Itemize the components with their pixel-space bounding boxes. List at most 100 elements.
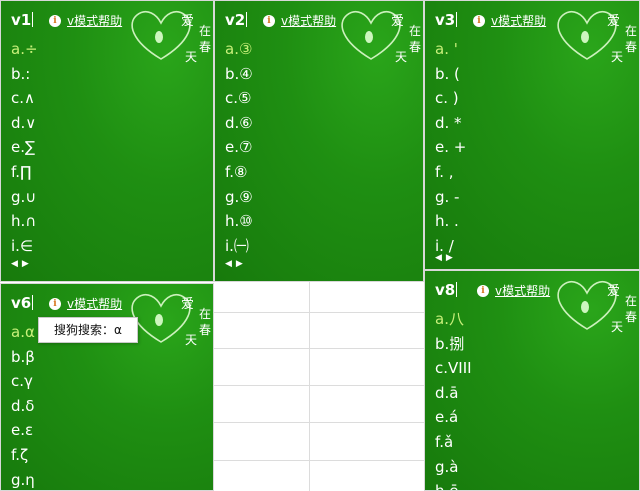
help-link[interactable]: i v模式帮助 [263, 12, 336, 29]
input-code: v1 [11, 11, 34, 29]
candidate-g[interactable]: g.⑨ [225, 185, 253, 210]
candidate-b[interactable]: b.④ [225, 62, 253, 87]
candidate-e[interactable]: e.ε [11, 418, 35, 443]
candidate-a[interactable]: a.③ [225, 37, 253, 62]
help-label[interactable]: v模式帮助 [67, 295, 122, 312]
sogou-search-tooltip[interactable]: 搜狗搜索：α [38, 317, 138, 343]
candidate-i[interactable]: i.∈ [11, 234, 38, 259]
candidate-c[interactable]: c. ) [435, 86, 466, 111]
candidate-e[interactable]: e.⑦ [225, 135, 253, 160]
candidate-g[interactable]: g. - [435, 185, 466, 210]
candidate-e[interactable]: e. + [435, 135, 466, 160]
heart-decoration-icon: 爱 在 春 天 [557, 280, 637, 334]
candidate-b[interactable]: b.捌 [435, 332, 472, 357]
candidate-g[interactable]: g.∪ [11, 185, 38, 210]
page-arrows: ◀ ▶ [435, 253, 453, 263]
candidate-f[interactable]: f.ǎ [435, 430, 472, 455]
candidate-d[interactable]: d.δ [11, 394, 35, 419]
next-page-icon[interactable]: ▶ [446, 253, 453, 263]
candidate-list: a.③ b.④ c.⑤ d.⑥ e.⑦ f.⑧ g.⑨ h.⑩ i.㈠ [225, 37, 253, 258]
candidate-a[interactable]: a. ' [435, 37, 466, 62]
page-arrows: ◀ ▶ [11, 259, 29, 269]
help-link[interactable]: i v模式帮助 [477, 282, 550, 299]
candidate-a[interactable]: a.八 [435, 307, 472, 332]
help-label[interactable]: v模式帮助 [67, 12, 122, 29]
candidate-d[interactable]: d.∨ [11, 111, 38, 136]
candidate-list: a.÷ b.: c.∧ d.∨ e.∑ f.∏ g.∪ h.∩ i.∈ [11, 37, 38, 258]
candidate-c[interactable]: c.⑤ [225, 86, 253, 111]
candidate-f[interactable]: f.∏ [11, 160, 38, 185]
candidate-list: a.八 b.捌 c.VIII d.ā e.á f.ǎ g.à h.ē [435, 307, 472, 490]
deco-chun: 春 [409, 40, 421, 54]
deco-tian: 天 [611, 320, 623, 334]
candidate-c[interactable]: c.VIII [435, 356, 472, 381]
prev-page-icon[interactable]: ◀ [11, 259, 18, 269]
candidate-g[interactable]: g.η [11, 468, 35, 490]
ime-panel-v6: v6 i v模式帮助 爱 在 春 天 a.α b.β c.γ d.δ e.ε f… [0, 283, 214, 491]
candidate-a[interactable]: a.α [11, 320, 35, 345]
deco-tian: 天 [611, 50, 623, 64]
deco-zai: 在 [625, 24, 637, 38]
page-arrows: ◀ ▶ [225, 259, 243, 269]
deco-zai: 在 [625, 294, 637, 308]
input-code: v2 [225, 11, 248, 29]
help-label[interactable]: v模式帮助 [491, 12, 546, 29]
help-label[interactable]: v模式帮助 [281, 12, 336, 29]
deco-chun: 春 [199, 40, 211, 54]
candidate-d[interactable]: d. * [435, 111, 466, 136]
info-icon: i [473, 14, 485, 27]
candidate-list: a.α b.β c.γ d.δ e.ε f.ζ g.η [11, 320, 35, 490]
candidate-a[interactable]: a.÷ [11, 37, 38, 62]
candidate-h[interactable]: h.⑩ [225, 209, 253, 234]
next-page-icon[interactable]: ▶ [236, 259, 243, 269]
help-label[interactable]: v模式帮助 [495, 282, 550, 299]
candidate-b[interactable]: b. ( [435, 62, 466, 87]
candidate-h[interactable]: h.∩ [11, 209, 38, 234]
deco-chun: 春 [625, 40, 637, 54]
input-code: v6 [11, 294, 34, 312]
ime-panel-v1: v1 i v模式帮助 爱 在 春 天 a.÷ b.: c.∧ d.∨ e.∑ f… [0, 0, 214, 282]
ime-panel-v8: v8 i v模式帮助 爱 在 春 天 a.八 b.捌 c.VIII d.ā e.… [424, 270, 640, 491]
deco-chun: 春 [625, 310, 637, 324]
candidate-d[interactable]: d.⑥ [225, 111, 253, 136]
candidate-d[interactable]: d.ā [435, 381, 472, 406]
candidate-b[interactable]: b.β [11, 345, 35, 370]
ime-panel-v2: v2 i v模式帮助 爱 在 春 天 a.③ b.④ c.⑤ d.⑥ e.⑦ f… [214, 0, 424, 282]
candidate-f[interactable]: f.⑧ [225, 160, 253, 185]
candidate-c[interactable]: c.γ [11, 369, 35, 394]
info-icon: i [49, 297, 61, 310]
heart-decoration-icon: 爱 在 春 天 [341, 10, 421, 64]
deco-ai: 爱 [607, 14, 620, 29]
spreadsheet-grid [214, 282, 424, 491]
info-icon: i [49, 14, 61, 27]
deco-ai: 爱 [181, 14, 194, 29]
candidate-h[interactable]: h.ē [435, 479, 472, 490]
deco-ai: 爱 [607, 284, 620, 299]
deco-tian: 天 [395, 50, 407, 64]
next-page-icon[interactable]: ▶ [22, 259, 29, 269]
deco-zai: 在 [199, 307, 211, 321]
candidate-e[interactable]: e.∑ [11, 135, 38, 160]
help-link[interactable]: i v模式帮助 [473, 12, 546, 29]
candidate-c[interactable]: c.∧ [11, 86, 38, 111]
candidate-g[interactable]: g.à [435, 455, 472, 480]
ime-panel-v3: v3 i v模式帮助 爱 在 春 天 a. ' b. ( c. ) d. * e… [424, 0, 640, 270]
candidate-h[interactable]: h. . [435, 209, 466, 234]
deco-tian: 天 [185, 50, 197, 64]
deco-tian: 天 [185, 333, 197, 347]
candidate-f[interactable]: f. , [435, 160, 466, 185]
prev-page-icon[interactable]: ◀ [225, 259, 232, 269]
deco-ai: 爱 [391, 14, 404, 29]
candidate-e[interactable]: e.á [435, 405, 472, 430]
heart-decoration-icon: 爱 在 春 天 [557, 10, 637, 64]
candidate-b[interactable]: b.: [11, 62, 38, 87]
deco-zai: 在 [199, 24, 211, 38]
help-link[interactable]: i v模式帮助 [49, 12, 122, 29]
heart-decoration-icon: 爱 在 春 天 [131, 10, 211, 64]
deco-ai: 爱 [181, 297, 194, 312]
candidate-f[interactable]: f.ζ [11, 443, 35, 468]
help-link[interactable]: i v模式帮助 [49, 295, 122, 312]
prev-page-icon[interactable]: ◀ [435, 253, 442, 263]
candidate-i[interactable]: i.㈠ [225, 234, 253, 259]
candidate-list: a. ' b. ( c. ) d. * e. + f. , g. - h. . … [435, 37, 466, 258]
